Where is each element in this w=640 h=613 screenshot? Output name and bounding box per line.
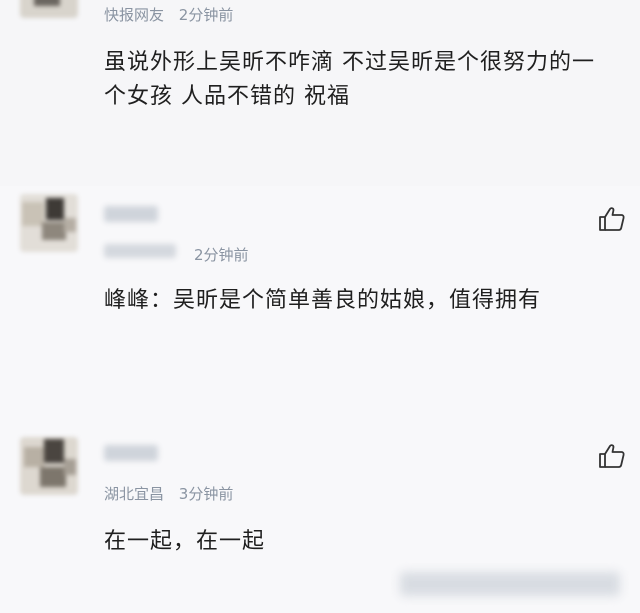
username-blurred[interactable] xyxy=(104,445,158,461)
comment-meta: 湖北宜昌 3分钟前 xyxy=(104,483,243,504)
blurred-footer xyxy=(400,572,620,596)
comment-text: 峰峰：吴昕是个简单善良的姑娘，值得拥有 xyxy=(104,288,542,313)
comment-location: 湖北宜昌 xyxy=(104,485,165,503)
comment-meta: 2分钟前 xyxy=(194,244,259,265)
thumbs-up-icon[interactable] xyxy=(598,206,626,232)
avatar[interactable] xyxy=(20,0,78,18)
comment-item: 快报网友 2分钟前 虽说外形上吴昕不咋滴 不过吴昕是个很努力的一个女孩 人品不错… xyxy=(0,0,640,186)
username-blurred[interactable] xyxy=(104,206,158,222)
comment-time: 3分钟前 xyxy=(178,485,234,503)
comment-time: 2分钟前 xyxy=(194,246,249,264)
comment-text: 在一起，在一起 xyxy=(104,529,266,554)
avatar[interactable] xyxy=(20,437,78,495)
user-info-blurred xyxy=(104,244,176,258)
comment-text: 虽说外形上吴昕不咋滴 不过吴昕是个很努力的一个女孩 人品不错的 祝福 xyxy=(104,50,595,109)
avatar[interactable] xyxy=(20,194,78,252)
thumbs-up-icon[interactable] xyxy=(598,443,626,469)
comment-item: 2分钟前 峰峰：吴昕是个简单善良的姑娘，值得拥有 xyxy=(0,186,640,421)
comment-username[interactable]: 快报网友 xyxy=(104,6,164,24)
comment-time: 2分钟前 xyxy=(178,6,234,24)
comment-meta: 快报网友 2分钟前 xyxy=(104,4,243,25)
